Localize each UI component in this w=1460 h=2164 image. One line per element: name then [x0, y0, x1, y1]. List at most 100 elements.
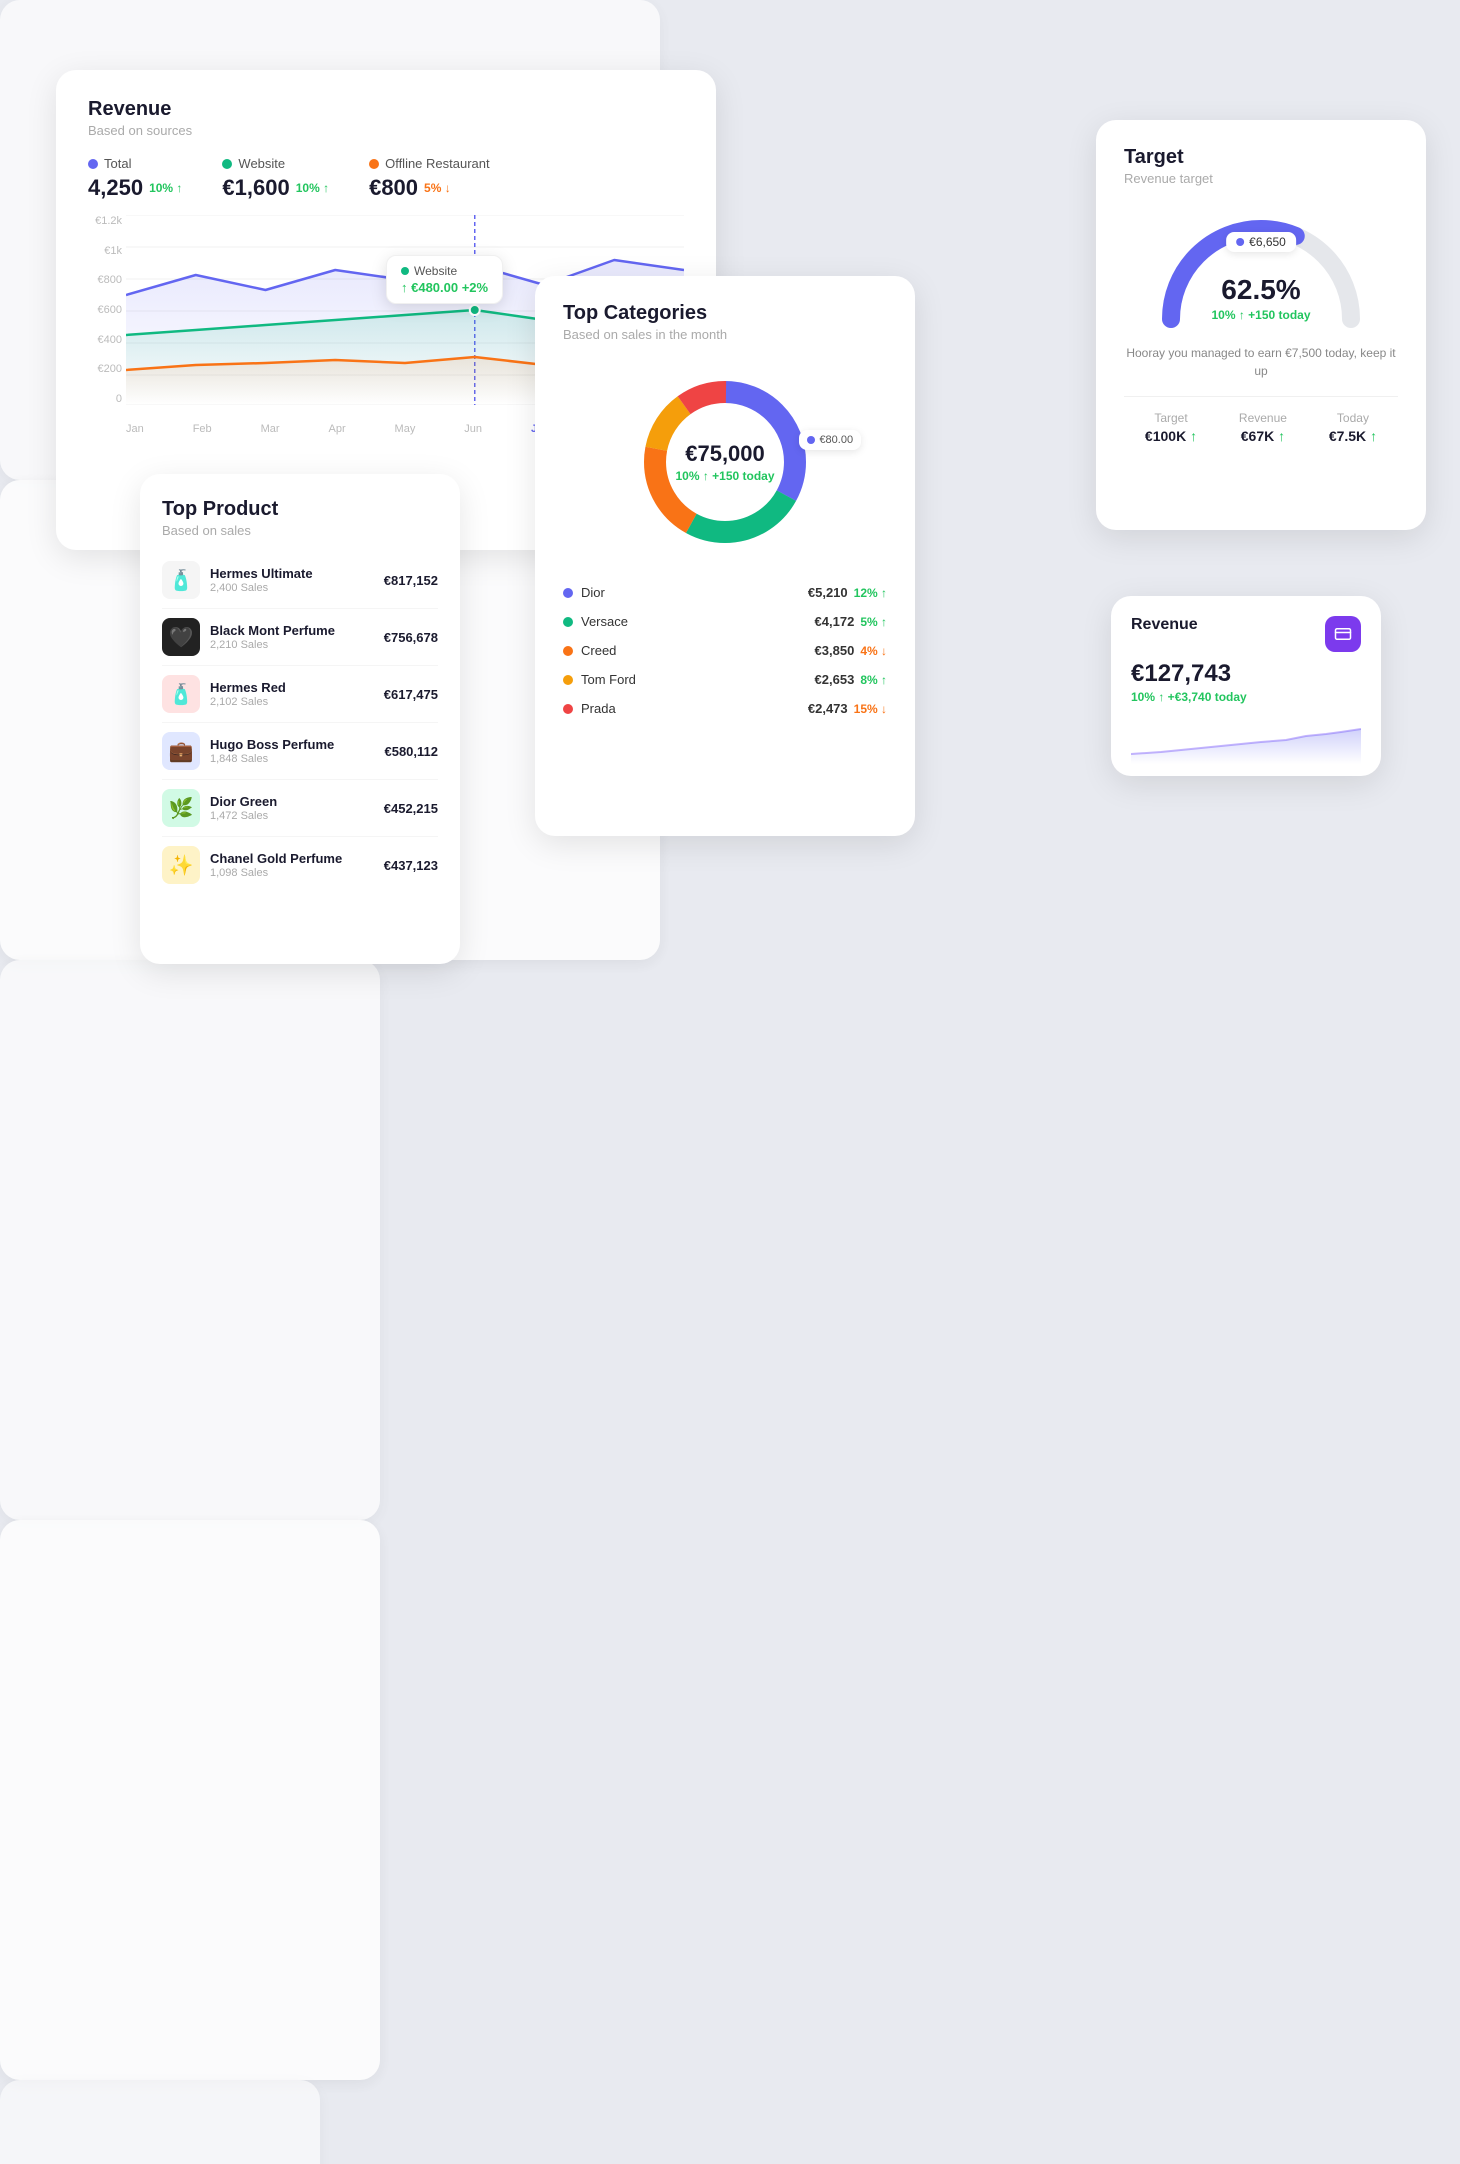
product-name-5: Chanel Gold Perfume: [210, 851, 374, 866]
gauge-wrapper: 62.5% 10% ↑ +150 today €6,650: [1124, 204, 1398, 334]
list-item: ✨ Chanel Gold Perfume 1,098 Sales €437,1…: [162, 837, 438, 893]
target-stat-label-2: Today: [1329, 411, 1377, 425]
list-item: 🧴 Hermes Red 2,102 Sales €617,475: [162, 666, 438, 723]
x-may: May: [395, 423, 416, 435]
product-sales-3: 1,848 Sales: [210, 753, 374, 765]
metric-offline: Offline Restaurant €800 5% ↓: [369, 156, 490, 201]
target-stat-label-0: Target: [1145, 411, 1197, 425]
dior-name: Dior: [581, 585, 605, 600]
versace-name: Versace: [581, 614, 628, 629]
total-label: Total: [104, 156, 131, 171]
prada-name: Prada: [581, 701, 616, 716]
categories-card: Top Categories Based on sales in the mon…: [535, 276, 915, 836]
revenue-subtitle: Based on sources: [88, 123, 684, 138]
small-card-title: Revenue: [1131, 616, 1198, 634]
product-list: 🧴 Hermes Ultimate 2,400 Sales €817,152 🖤…: [162, 552, 438, 893]
target-stat-revenue: Revenue €67K ↑: [1239, 411, 1287, 444]
product-sales-0: 2,400 Sales: [210, 582, 374, 594]
total-dot: [88, 159, 98, 169]
product-info-3: Hugo Boss Perfume 1,848 Sales: [210, 737, 374, 765]
target-title: Target: [1124, 146, 1398, 169]
versace-badge: 5% ↑: [860, 615, 887, 629]
product-name-1: Black Mont Perfume: [210, 623, 374, 638]
donut-label-badge: €80.00: [799, 430, 861, 450]
creed-name: Creed: [581, 643, 616, 658]
product-sales-1: 2,210 Sales: [210, 639, 374, 651]
list-item: Creed €3,850 4% ↓: [563, 636, 887, 665]
target-subtitle: Revenue target: [1124, 171, 1398, 186]
revenue-small-icon: [1325, 616, 1361, 652]
website-dot: [222, 159, 232, 169]
product-img-0: 🧴: [162, 561, 200, 599]
product-img-5: ✨: [162, 846, 200, 884]
donut-center: €75,000 10% ↑ +150 today: [675, 441, 774, 483]
tooltip-value: ↑ €480.00 +2%: [401, 280, 488, 295]
product-revenue-4: €452,215: [384, 801, 438, 816]
creed-badge: 4% ↓: [860, 644, 887, 658]
creed-dot: [563, 646, 573, 656]
y-label-200: €200: [88, 363, 126, 375]
x-feb: Feb: [193, 423, 212, 435]
metric-total: Total 4,250 10% ↑: [88, 156, 182, 201]
product-img-2: 🧴: [162, 675, 200, 713]
mini-chart: [1131, 714, 1361, 764]
product-img-3: 💼: [162, 732, 200, 770]
x-jun: Jun: [464, 423, 482, 435]
product-img-4: 🌿: [162, 789, 200, 827]
categories-card-shadow-1: [0, 1520, 380, 2080]
y-label-600: €600: [88, 304, 126, 316]
product-revenue-0: €817,152: [384, 573, 438, 588]
versace-dot: [563, 617, 573, 627]
revenue-metrics: Total 4,250 10% ↑ Website €1,600 10% ↑ O…: [88, 156, 684, 201]
donut-badge-value: €80.00: [819, 434, 853, 446]
small-card-sub: 10% ↑ +€3,740 today: [1131, 690, 1361, 704]
product-name-0: Hermes Ultimate: [210, 566, 374, 581]
y-axis: 0 €200 €400 €600 €800 €1k €1.2k: [88, 215, 126, 405]
x-mar: Mar: [261, 423, 280, 435]
prada-badge: 15% ↓: [854, 702, 887, 716]
donut-sub: 10% ↑ +150 today: [675, 469, 774, 483]
total-badge: 10% ↑: [149, 181, 182, 195]
product-img-1: 🖤: [162, 618, 200, 656]
categories-subtitle: Based on sales in the month: [563, 327, 887, 342]
tooltip-label-text: Website: [414, 264, 457, 278]
product-info-2: Hermes Red 2,102 Sales: [210, 680, 374, 708]
list-item: 🌿 Dior Green 1,472 Sales €452,215: [162, 780, 438, 837]
creed-value: €3,850: [815, 643, 855, 658]
product-revenue-5: €437,123: [384, 858, 438, 873]
prada-dot: [563, 704, 573, 714]
product-sales-2: 2,102 Sales: [210, 696, 374, 708]
chart-tooltip: Website ↑ €480.00 +2%: [386, 255, 503, 304]
target-stat-value-0: €100K ↑: [1145, 428, 1197, 444]
gauge-center: 62.5% 10% ↑ +150 today: [1211, 274, 1310, 322]
target-stat-label-1: Revenue: [1239, 411, 1287, 425]
gauge-pct: 62.5%: [1211, 274, 1310, 306]
tomford-badge: 8% ↑: [860, 673, 887, 687]
total-value: 4,250: [88, 175, 143, 201]
target-stat-value-1: €67K ↑: [1239, 428, 1287, 444]
website-value: €1,600: [222, 175, 289, 201]
y-label-800: €800: [88, 274, 126, 286]
gauge-label-value: €6,650: [1249, 235, 1286, 249]
target-stat-value-2: €7.5K ↑: [1329, 428, 1377, 444]
donut-wrapper: €75,000 10% ↑ +150 today €80.00: [563, 362, 887, 562]
list-item: 🧴 Hermes Ultimate 2,400 Sales €817,152: [162, 552, 438, 609]
product-info-4: Dior Green 1,472 Sales: [210, 794, 374, 822]
list-item: Tom Ford €2,6538% ↑: [563, 665, 887, 694]
donut-badge-dot: [807, 436, 815, 444]
product-sales-4: 1,472 Sales: [210, 810, 374, 822]
list-item: 🖤 Black Mont Perfume 2,210 Sales €756,67…: [162, 609, 438, 666]
small-card-header: Revenue: [1131, 616, 1361, 652]
tooltip-dot: [401, 267, 409, 275]
target-card: Target Revenue target 62.5% 10% ↑ +150 t…: [1096, 120, 1426, 530]
product-sales-5: 1,098 Sales: [210, 867, 374, 879]
dior-dot: [563, 588, 573, 598]
gauge-label-dot: [1236, 238, 1244, 246]
product-title: Top Product: [162, 498, 438, 521]
metric-website: Website €1,600 10% ↑: [222, 156, 329, 201]
tomford-value: €2,653: [815, 672, 855, 687]
product-revenue-3: €580,112: [384, 744, 438, 759]
product-info-5: Chanel Gold Perfume 1,098 Sales: [210, 851, 374, 879]
y-label-12k: €1.2k: [88, 215, 126, 227]
small-card-value: €127,743: [1131, 660, 1361, 688]
